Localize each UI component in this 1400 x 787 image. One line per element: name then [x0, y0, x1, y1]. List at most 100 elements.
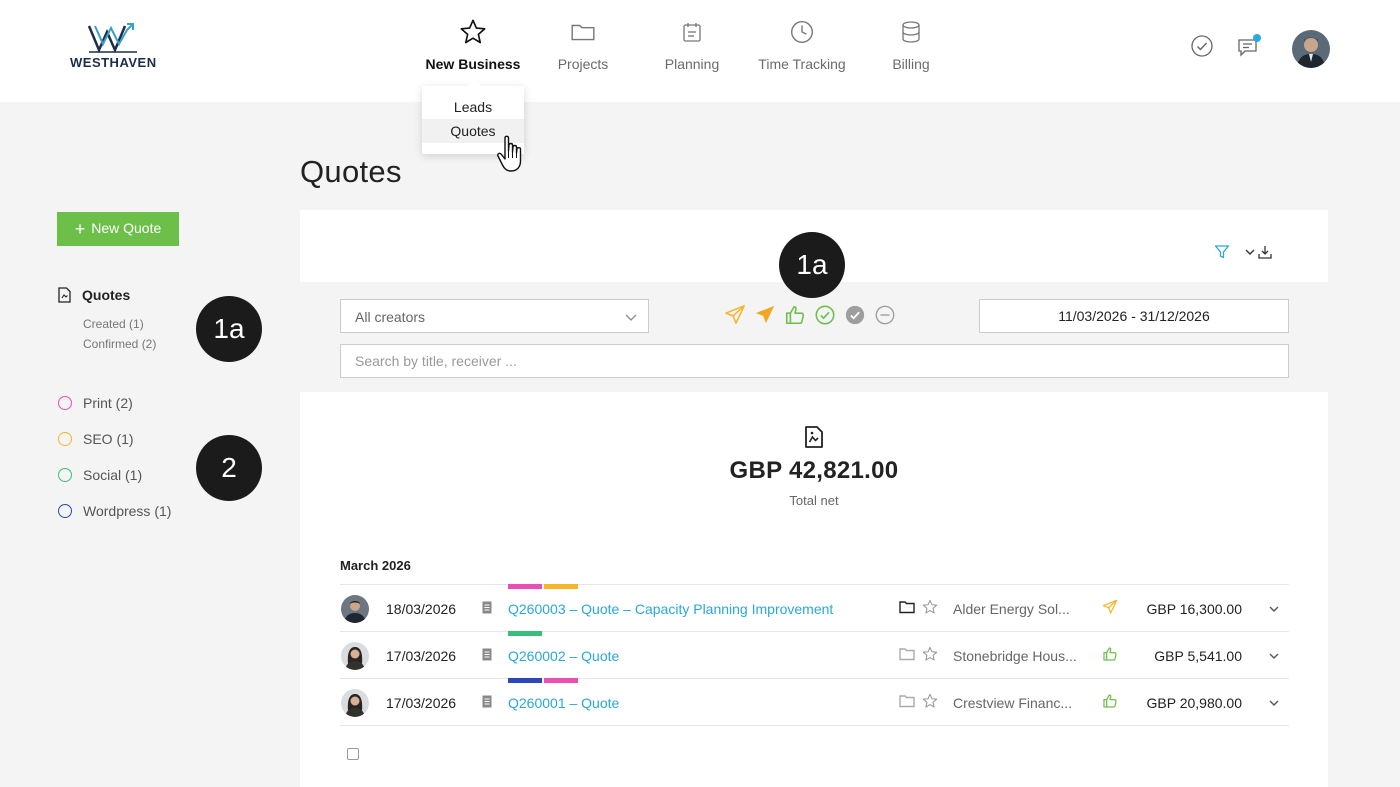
thumbs-up-icon	[1103, 647, 1117, 661]
star-icon[interactable]	[922, 693, 938, 709]
tag-circle-icon	[58, 432, 72, 446]
total-summary: GBP 42,821.00 Total net	[300, 425, 1328, 508]
header-actions	[1190, 30, 1330, 70]
filter-icon[interactable]	[1214, 244, 1230, 260]
folder-icon[interactable]	[899, 600, 915, 614]
chevron-down-icon[interactable]	[1244, 246, 1256, 258]
minus-circle-icon[interactable]	[874, 304, 896, 326]
annotation-badge: 2	[196, 435, 262, 501]
creator-select[interactable]: All creators	[340, 299, 649, 333]
tag-bar	[544, 678, 578, 683]
total-net-label: Total net	[789, 493, 839, 508]
quote-client: Alder Energy Sol...	[953, 601, 1070, 617]
check-filled-icon[interactable]	[844, 304, 866, 326]
new-quote-label: New Quote	[91, 219, 162, 236]
filter-bar: All creators 11/03/2026 - 31/12/2026	[300, 282, 1328, 392]
quotes-list: 18/03/2026 Q260003 – Quote – Capacity Pl…	[340, 584, 1289, 726]
tag-label: Wordpress (1)	[83, 503, 172, 519]
tag-bars	[508, 584, 578, 589]
sidebar-item-created[interactable]: Created (1)	[83, 317, 144, 331]
panel-tools	[1214, 244, 1272, 260]
folder-icon[interactable]	[899, 647, 915, 661]
nav-label: Billing	[892, 56, 930, 72]
thumbs-up-icon[interactable]	[784, 304, 806, 326]
check-circle-icon[interactable]	[814, 304, 836, 326]
dropdown-item-leads[interactable]: Leads	[422, 95, 524, 119]
star-icon[interactable]	[922, 599, 938, 615]
quote-date: 18/03/2026	[386, 601, 457, 617]
table-row[interactable]: 18/03/2026 Q260003 – Quote – Capacity Pl…	[340, 584, 1289, 632]
sidebar-quotes-label: Quotes	[82, 287, 131, 303]
table-row[interactable]: 17/03/2026 Q260001 – Quote Crestview Fin…	[340, 678, 1289, 726]
tag-circle-icon	[58, 396, 72, 410]
nav-label: Planning	[664, 56, 720, 72]
creator-avatar	[341, 689, 369, 717]
nav-label: Time Tracking	[758, 56, 846, 72]
chevron-down-icon[interactable]	[1268, 698, 1280, 708]
table-row[interactable]: 17/03/2026 Q260002 – Quote Stonebridge H…	[340, 631, 1289, 679]
download-icon[interactable]	[1258, 245, 1272, 259]
annotation-badge: 1a	[779, 232, 845, 298]
quote-title-link[interactable]: Q260002 – Quote	[508, 648, 619, 664]
quote-title-link[interactable]: Q260003 – Quote – Capacity Planning Impr…	[508, 601, 833, 617]
user-avatar[interactable]	[1292, 30, 1330, 68]
tag-bar	[508, 584, 542, 589]
creator-avatar	[341, 595, 369, 623]
send-outline-icon[interactable]	[724, 304, 746, 326]
quote-date: 17/03/2026	[386, 648, 457, 664]
clock-icon	[791, 21, 813, 43]
nav-planning[interactable]: Planning	[632, 18, 752, 72]
star-icon	[460, 19, 486, 44]
nav-time-tracking[interactable]: Time Tracking	[742, 18, 862, 72]
nav-projects[interactable]: Projects	[523, 18, 643, 72]
annotation-badge: 1a	[196, 296, 262, 362]
chevron-down-icon	[625, 314, 637, 321]
document-icon	[482, 648, 492, 661]
tag-item-social[interactable]: Social (1)	[58, 467, 142, 483]
quote-title-link[interactable]: Q260001 – Quote	[508, 695, 619, 711]
tag-item-wordpress[interactable]: Wordpress (1)	[58, 503, 171, 519]
new-quote-button[interactable]: + New Quote	[57, 212, 179, 246]
tag-item-print[interactable]: Print (2)	[58, 395, 133, 411]
chevron-down-icon[interactable]	[1268, 604, 1280, 614]
nav-label: New Business	[425, 56, 521, 72]
nav-label: Projects	[557, 56, 609, 72]
document-icon	[482, 695, 492, 708]
check-circle-icon[interactable]	[1190, 34, 1214, 63]
search-input[interactable]	[340, 344, 1289, 378]
thumbs-up-icon	[1103, 694, 1117, 708]
folder-icon[interactable]	[899, 694, 915, 708]
date-range-picker[interactable]: 11/03/2026 - 31/12/2026	[979, 299, 1289, 333]
total-net-value: GBP 42,821.00	[729, 457, 899, 484]
tag-bar	[508, 678, 542, 683]
tag-item-seo[interactable]: SEO (1)	[58, 431, 134, 447]
creator-select-value: All creators	[355, 309, 426, 325]
quote-document-icon	[805, 426, 823, 448]
month-group-title: March 2026	[340, 558, 411, 573]
select-all-checkbox[interactable]	[347, 748, 359, 760]
sidebar-item-confirmed[interactable]: Confirmed (2)	[83, 337, 156, 351]
tag-bars	[508, 631, 542, 636]
calendar-icon	[683, 23, 701, 42]
send-filled-icon[interactable]	[754, 304, 776, 326]
quote-client: Stonebridge Hous...	[953, 648, 1077, 664]
quote-document-icon	[58, 287, 71, 303]
tag-label: SEO (1)	[83, 431, 134, 447]
tag-label: Social (1)	[83, 467, 143, 483]
quote-amount: GBP 5,541.00	[1154, 648, 1242, 664]
quote-amount: GBP 20,980.00	[1146, 695, 1242, 711]
quote-date: 17/03/2026	[386, 695, 457, 711]
plus-icon: +	[74, 218, 86, 239]
page-title: Quotes	[300, 154, 402, 189]
nav-billing[interactable]: Billing	[851, 18, 971, 72]
chat-icon[interactable]	[1236, 34, 1262, 65]
nav-new-business[interactable]: New Business	[413, 18, 533, 72]
hand-cursor-icon	[497, 135, 522, 172]
chevron-down-icon[interactable]	[1268, 651, 1280, 661]
tag-circle-icon	[58, 504, 72, 518]
sidebar-quotes-heading[interactable]: Quotes	[58, 287, 130, 303]
star-icon[interactable]	[922, 646, 938, 662]
tag-bars	[508, 678, 578, 683]
document-icon	[482, 601, 492, 614]
creator-avatar	[341, 642, 369, 670]
